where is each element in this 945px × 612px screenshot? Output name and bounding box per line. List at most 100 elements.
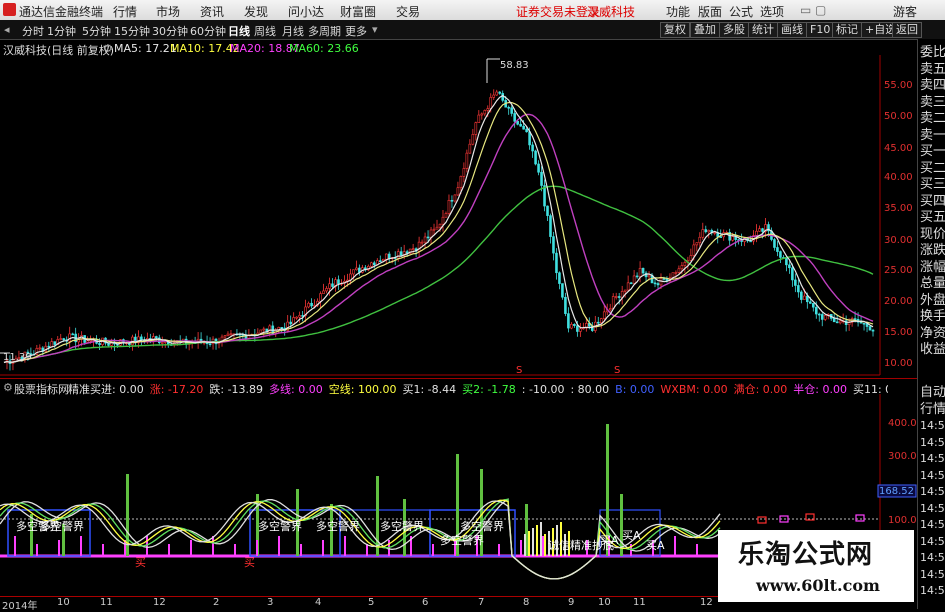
indicator-annotation: 多空警界 (40, 519, 84, 533)
multi-stock-button[interactable]: 多股 (719, 22, 749, 38)
candle-body (298, 315, 301, 318)
settings-gear-icon[interactable]: ⚙ (103, 42, 113, 55)
side-panel-item[interactable]: 卖三 (920, 95, 945, 110)
side-panel-item[interactable]: 14:5 (920, 583, 945, 598)
mark-button[interactable]: 标记 (832, 22, 862, 38)
indicator-gear-icon[interactable]: ⚙ (3, 381, 13, 394)
restore-icon[interactable]: ▢ (815, 3, 826, 17)
menu-discover[interactable]: 发现 (244, 3, 268, 20)
period-1min[interactable]: 1分钟 (47, 23, 76, 39)
period-5min[interactable]: 5分钟 (82, 23, 111, 39)
candle-body (513, 113, 516, 122)
period-60min[interactable]: 60分钟 (190, 23, 226, 39)
side-panel-item[interactable]: 14:5 (920, 484, 945, 499)
adjust-button[interactable]: 复权 (660, 22, 690, 38)
candle-body (599, 318, 603, 324)
side-panel-item[interactable]: 换手 (920, 309, 945, 324)
signal-bar (278, 536, 280, 556)
candle-body (98, 343, 101, 346)
side-panel-item[interactable]: 14:5 (920, 435, 945, 450)
candle-body (292, 317, 295, 325)
minimize-icon[interactable]: ▭ (800, 3, 811, 17)
menu-trade[interactable]: 交易 (396, 3, 420, 20)
side-panel-item[interactable]: 外盘 (920, 293, 945, 308)
menu-news[interactable]: 资讯 (200, 3, 224, 20)
side-panel-item[interactable]: 委比 (920, 45, 945, 60)
side-panel-item[interactable]: 14:5 (920, 550, 945, 565)
watermark-text: 乐淘公式网 (738, 540, 874, 570)
candle-body (546, 205, 549, 216)
side-panel-item[interactable]: 14:5 (920, 501, 945, 516)
side-panel-item[interactable]: 14:5 (920, 567, 945, 582)
signal-bar (432, 544, 434, 556)
app-title: 通达信金融终端 (19, 5, 104, 19)
candle-body (680, 265, 684, 270)
side-panel-item[interactable]: 总量 (920, 276, 945, 291)
candle-body (465, 152, 469, 169)
stats-button[interactable]: 统计 (748, 22, 778, 38)
side-panel-item[interactable]: 卖二 (920, 111, 945, 126)
candle-body (653, 282, 657, 285)
candle-body (160, 342, 164, 344)
period-15min[interactable]: 15分钟 (114, 23, 150, 39)
candle-body (352, 269, 355, 275)
period-monthly[interactable]: 月线 (282, 23, 304, 39)
f10-button[interactable]: F10 (806, 22, 835, 38)
date-label: 8 (523, 597, 530, 608)
menu-layout[interactable]: 版面 (698, 3, 722, 20)
menu-options[interactable]: 选项 (760, 3, 784, 20)
side-panel-item[interactable]: 买五 (920, 210, 945, 225)
side-panel-item[interactable]: 14:5 (920, 534, 945, 549)
candle-body (623, 289, 627, 292)
side-panel-item[interactable]: 14:5 (920, 468, 945, 483)
period-30min[interactable]: 30分钟 (152, 23, 188, 39)
candle-body (755, 230, 758, 236)
side-panel-item[interactable]: 买二 (920, 161, 945, 176)
side-panel-item[interactable]: 买三 (920, 177, 945, 192)
price-chart[interactable]: 58.83 11.39 S S (0, 55, 917, 377)
candle-body (835, 321, 839, 324)
menu-xiaoda[interactable]: 问小达 (288, 3, 324, 20)
side-panel-item[interactable]: 14:5 (920, 451, 945, 466)
date-label: 2 (213, 597, 220, 608)
side-panel-item[interactable]: 收益 (920, 342, 945, 357)
menu-formula[interactable]: 公式 (729, 3, 753, 20)
sell-marker: S (516, 365, 522, 376)
menu-function[interactable]: 功能 (666, 3, 690, 20)
side-panel-item[interactable]: 14:5 (920, 418, 945, 433)
guest-label[interactable]: 游客 (893, 3, 917, 20)
period-more[interactable]: 更多 (345, 23, 367, 39)
side-panel-item[interactable]: 买一 (920, 144, 945, 159)
draw-line-button[interactable]: 画线 (777, 22, 807, 38)
menu-quotes[interactable]: 行情 (113, 3, 137, 20)
side-panel-item[interactable]: 14:5 (920, 517, 945, 532)
side-panel-item[interactable]: 卖四 (920, 78, 945, 93)
period-multi[interactable]: 多周期 (308, 23, 341, 39)
side-panel-item[interactable]: 涨跌 (920, 243, 945, 258)
candle-body (809, 301, 812, 304)
side-panel-item[interactable]: 现价 (920, 227, 945, 242)
side-panel-item[interactable]: 买四 (920, 194, 945, 209)
side-panel-item[interactable]: 净资 (920, 326, 945, 341)
date-label: 12 (700, 597, 713, 608)
candle-body (549, 215, 552, 237)
menu-market[interactable]: 市场 (156, 3, 180, 20)
period-weekly[interactable]: 周线 (254, 23, 276, 39)
period-timeshare[interactable]: 分时 (22, 23, 44, 39)
left-arrow-icon[interactable]: ◂ (4, 23, 10, 36)
side-panel-item[interactable]: 卖五 (920, 62, 945, 77)
back-button[interactable]: 返回 (892, 22, 922, 38)
date-label: 5 (368, 597, 375, 608)
signal-bar (520, 540, 522, 556)
more-arrow-icon[interactable]: ▾ (372, 23, 378, 36)
side-panel-item[interactable]: 涨幅 (920, 260, 945, 275)
overlay-button[interactable]: 叠加 (690, 22, 720, 38)
side-panel-item[interactable]: 卖一 (920, 128, 945, 143)
menu-wealth[interactable]: 财富圈 (340, 3, 376, 20)
candle-body (719, 236, 723, 238)
candle-body (447, 199, 451, 214)
side-panel-item[interactable]: 自动 (920, 385, 945, 400)
side-panel-item[interactable]: 行情 (920, 402, 945, 417)
price-tick: 30.00 (884, 235, 913, 246)
period-daily[interactable]: 日线 (228, 23, 250, 39)
